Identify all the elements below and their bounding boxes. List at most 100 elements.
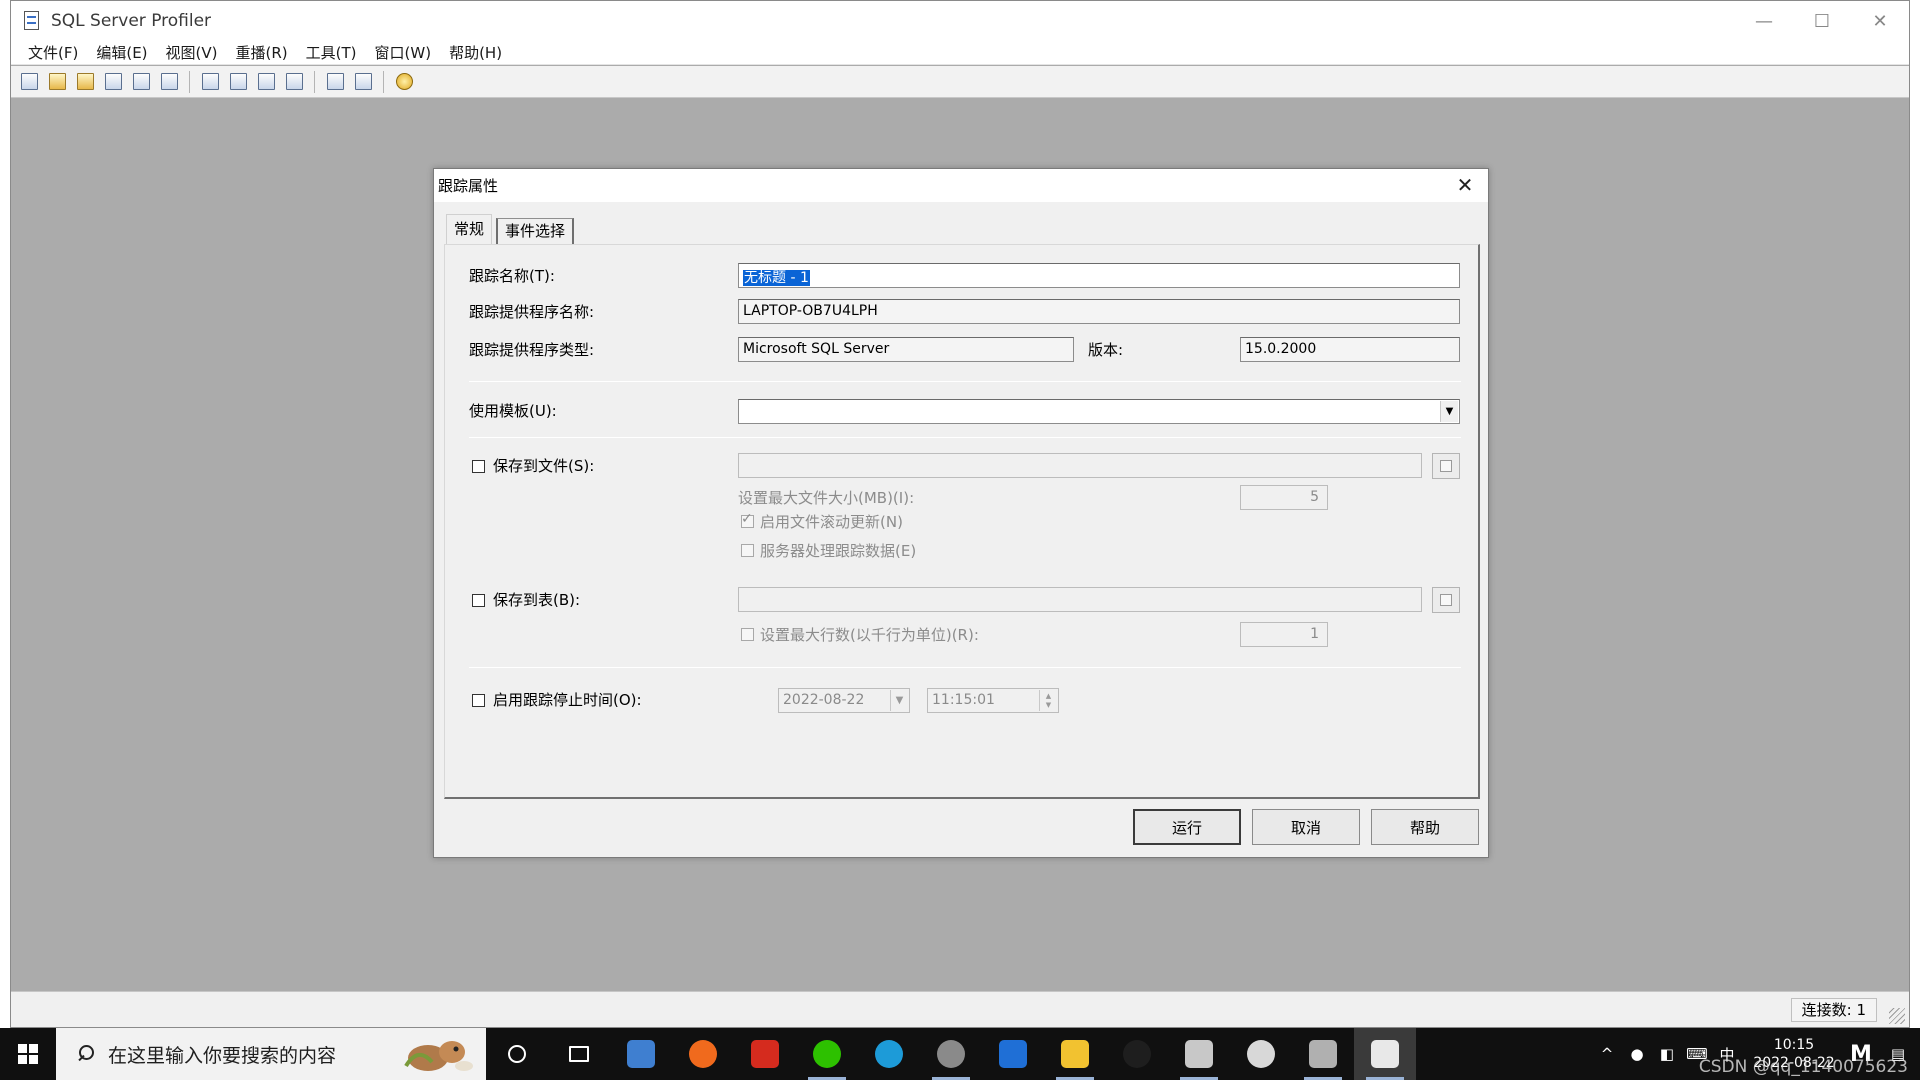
network-icon[interactable]: ◧ bbox=[1652, 1028, 1682, 1080]
wps-icon[interactable] bbox=[734, 1028, 796, 1080]
trace-name-input[interactable]: 无标题 - 1 bbox=[738, 263, 1460, 288]
provider-type-label: 跟踪提供程序类型: bbox=[469, 341, 595, 359]
file-explorer-icon-glyph bbox=[1061, 1040, 1089, 1068]
help-icon[interactable] bbox=[391, 69, 417, 95]
menu-tools[interactable]: 工具(T) bbox=[297, 42, 366, 63]
run-icon[interactable] bbox=[225, 69, 251, 95]
provider-type-field: Microsoft SQL Server bbox=[738, 337, 1074, 362]
window-controls: — ☐ ✕ bbox=[1735, 1, 1909, 41]
tools-icon[interactable] bbox=[1168, 1028, 1230, 1080]
template-label: 使用模板(U): bbox=[469, 402, 557, 420]
search-placeholder: 在这里输入你要搜索的内容 bbox=[108, 1044, 337, 1067]
divider bbox=[469, 381, 1461, 382]
start-button[interactable] bbox=[0, 1028, 56, 1080]
cancel-button[interactable]: 取消 bbox=[1252, 809, 1360, 845]
chevron-up-icon[interactable]: ^ bbox=[1592, 1028, 1622, 1080]
menu-view[interactable]: 视图(V) bbox=[157, 42, 227, 63]
save-icon[interactable] bbox=[100, 69, 126, 95]
folder-icon bbox=[1440, 460, 1452, 472]
stop-icon[interactable] bbox=[281, 69, 307, 95]
divider bbox=[469, 437, 1461, 438]
media-player-icon-glyph bbox=[999, 1040, 1027, 1068]
settings-icon[interactable] bbox=[1230, 1028, 1292, 1080]
copy-icon[interactable] bbox=[197, 69, 223, 95]
new-template-icon[interactable] bbox=[44, 69, 70, 95]
max-file-size-label: 设置最大文件大小(MB)(I): bbox=[738, 489, 915, 507]
browse-table-button bbox=[1432, 587, 1460, 613]
pause-icon[interactable] bbox=[253, 69, 279, 95]
menu-edit[interactable]: 编辑(E) bbox=[87, 42, 156, 63]
task-view-icon[interactable] bbox=[548, 1028, 610, 1080]
resize-grip-icon[interactable] bbox=[1889, 1008, 1905, 1024]
trace-name-label: 跟踪名称(T): bbox=[469, 267, 555, 285]
open-icon[interactable] bbox=[72, 69, 98, 95]
app-icon bbox=[21, 10, 43, 32]
navicat-icon[interactable] bbox=[610, 1028, 672, 1080]
file-explorer-icon[interactable] bbox=[1044, 1028, 1106, 1080]
connection-count: 连接数: 1 bbox=[1790, 998, 1877, 1022]
minimize-button[interactable]: — bbox=[1735, 1, 1793, 41]
save-to-file-checkbox[interactable] bbox=[472, 460, 485, 473]
properties-icon[interactable] bbox=[128, 69, 154, 95]
save-to-table-label: 保存到表(B): bbox=[493, 591, 581, 609]
replay-icon[interactable] bbox=[322, 69, 348, 95]
wechat-icon-glyph bbox=[813, 1040, 841, 1068]
checkmark-icon: ✓ bbox=[741, 511, 753, 527]
wechat-icon[interactable] bbox=[796, 1028, 858, 1080]
menu-window[interactable]: 窗口(W) bbox=[366, 42, 441, 63]
run-button[interactable]: 运行 bbox=[1133, 809, 1241, 845]
ime-indicator[interactable]: 中 bbox=[1712, 1028, 1742, 1080]
toolbar-separator bbox=[314, 70, 315, 93]
cortana-icon[interactable] bbox=[486, 1028, 548, 1080]
provider-name-label: 跟踪提供程序名称: bbox=[469, 303, 595, 321]
browse-file-button bbox=[1432, 453, 1460, 479]
menu-replay[interactable]: 重播(R) bbox=[227, 42, 297, 63]
tab-general[interactable]: 常规 bbox=[446, 214, 493, 244]
tab-events-selection[interactable]: 事件选择 bbox=[496, 218, 575, 244]
clock-date: 2022-08-22 bbox=[1753, 1055, 1835, 1071]
save-to-table-checkbox[interactable] bbox=[472, 594, 485, 607]
max-rows-checkbox bbox=[741, 628, 754, 641]
taskbar: 在这里输入你要搜索的内容 ^ ● ◧ ⌨ 中 10:15 2022-08-22 … bbox=[0, 1028, 1920, 1080]
qq-icon-glyph bbox=[1123, 1040, 1151, 1068]
new-trace-icon[interactable] bbox=[16, 69, 42, 95]
maximize-button[interactable]: ☐ bbox=[1793, 1, 1851, 41]
find-icon[interactable] bbox=[156, 69, 182, 95]
edge-icon[interactable] bbox=[858, 1028, 920, 1080]
settings-gear-icon[interactable] bbox=[920, 1028, 982, 1080]
close-button[interactable]: ✕ bbox=[1851, 1, 1909, 41]
menu-help[interactable]: 帮助(H) bbox=[440, 42, 511, 63]
stop-date-picker: 2022-08-22 ▼ bbox=[778, 688, 910, 713]
stop-time-value: 11:15:01 bbox=[932, 692, 995, 708]
media-player-icon[interactable] bbox=[982, 1028, 1044, 1080]
wps-icon-glyph bbox=[751, 1040, 779, 1068]
recorder-icon[interactable] bbox=[1292, 1028, 1354, 1080]
system-tray: ^ ● ◧ ⌨ 中 10:15 2022-08-22 M ▤ bbox=[1592, 1028, 1920, 1080]
dialog-close-button[interactable]: ✕ bbox=[1454, 173, 1476, 197]
tray-app-icon[interactable]: ● bbox=[1622, 1028, 1652, 1080]
menu-file[interactable]: 文件(F) bbox=[19, 42, 87, 63]
settings-gear-icon-glyph bbox=[937, 1040, 965, 1068]
sql-profiler-icon[interactable] bbox=[1354, 1028, 1416, 1080]
trace-properties-dialog: 跟踪属性 ✕ 常规 事件选择 跟踪名称(T): 无标题 - 1 跟踪提供程序名称… bbox=[433, 168, 1489, 858]
search-highlight-art bbox=[404, 1041, 473, 1071]
keyboard-icon[interactable]: ⌨ bbox=[1682, 1028, 1712, 1080]
action-center-icon[interactable]: ▤ bbox=[1876, 1028, 1920, 1080]
template-dropdown[interactable]: ▼ bbox=[738, 399, 1460, 424]
divider bbox=[469, 667, 1461, 668]
stop-date-value: 2022-08-22 bbox=[783, 692, 865, 708]
notification-app-icon[interactable]: M bbox=[1846, 1028, 1876, 1080]
title-bar: SQL Server Profiler — ☐ ✕ bbox=[11, 1, 1909, 41]
save-to-file-label: 保存到文件(S): bbox=[493, 457, 595, 475]
taskbar-search-box[interactable]: 在这里输入你要搜索的内容 bbox=[56, 1028, 486, 1080]
save-to-file-path bbox=[738, 453, 1422, 478]
qq-icon[interactable] bbox=[1106, 1028, 1168, 1080]
clock[interactable]: 10:15 2022-08-22 bbox=[1742, 1028, 1846, 1080]
version-field: 15.0.2000 bbox=[1240, 337, 1460, 362]
chart-icon[interactable] bbox=[350, 69, 376, 95]
chevron-down-icon[interactable]: ▼ bbox=[1440, 401, 1458, 422]
firefox-icon[interactable] bbox=[672, 1028, 734, 1080]
help-button[interactable]: 帮助 bbox=[1371, 809, 1479, 845]
firefox-icon-glyph bbox=[689, 1040, 717, 1068]
stop-time-checkbox[interactable] bbox=[472, 694, 485, 707]
